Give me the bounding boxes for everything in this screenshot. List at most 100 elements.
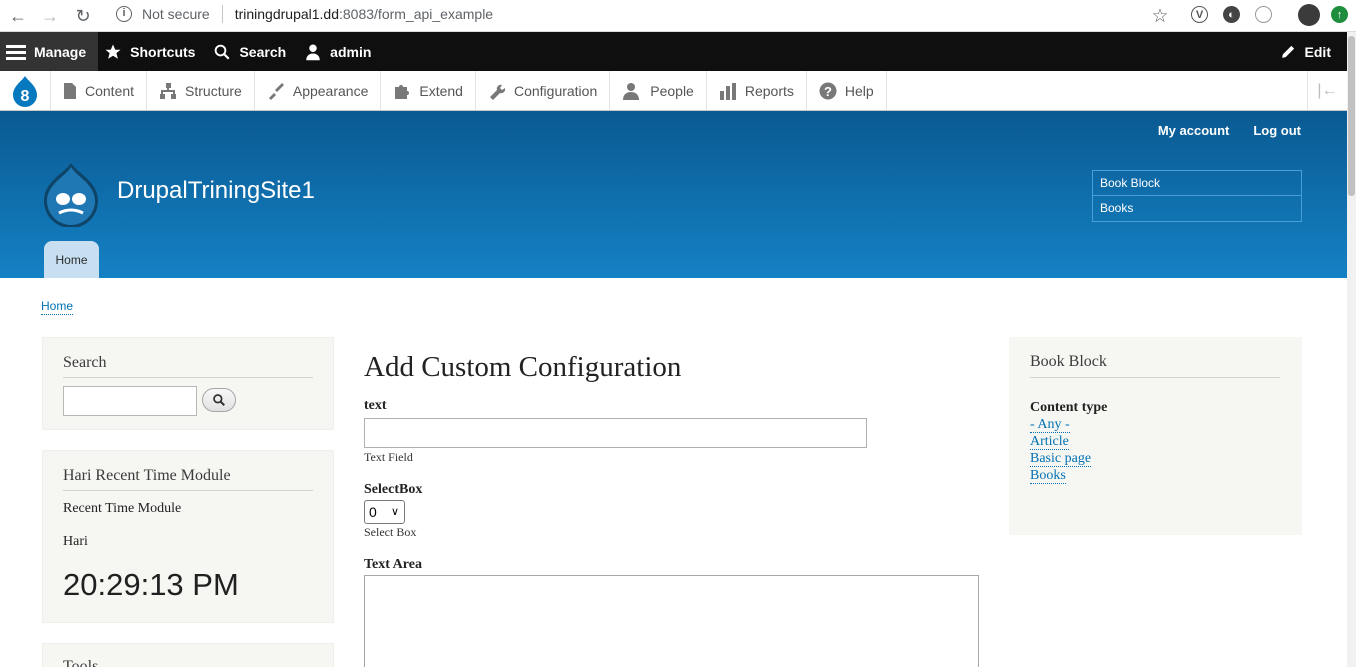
svg-text:8: 8 [21, 88, 30, 105]
select-box-description: Select Box [364, 525, 417, 539]
book-block: Book Block Content type - Any - Article … [1009, 337, 1302, 535]
content-type-link-article[interactable]: Article [1030, 434, 1069, 450]
magnifier-icon [213, 394, 225, 406]
toolbar-manage-label: Manage [34, 43, 87, 60]
time-block-subtitle: Recent Time Module [63, 501, 182, 516]
address-bar[interactable]: i Not secure triningdrupal1.dd:8083/form… [106, 0, 1186, 27]
pencil-icon [1281, 45, 1294, 58]
book-menu: Book Block Books [1092, 170, 1302, 222]
select-box-label: SelectBox [364, 482, 423, 497]
search-button[interactable] [202, 388, 236, 412]
star-icon [105, 44, 121, 59]
select-box-value: 0 [369, 504, 377, 520]
my-account-link[interactable]: My account [1158, 123, 1230, 138]
bar-chart-icon [719, 82, 736, 100]
collapse-tray-icon[interactable]: |← [1307, 71, 1347, 110]
tray-item-configuration[interactable]: Configuration [474, 71, 609, 110]
text-field-description: Text Field [364, 450, 413, 464]
admin-tray: 8 Content Structure Appearance Extend Co… [0, 71, 1347, 111]
text-field-label: text [364, 398, 387, 413]
site-name[interactable]: DrupalTriningSite1 [117, 177, 315, 205]
toolbar-user[interactable]: admin [298, 32, 383, 71]
scrollbar-thumb[interactable] [1348, 36, 1355, 196]
extension-v-icon[interactable]: V [1191, 6, 1208, 23]
back-arrow-icon[interactable]: ← [6, 4, 30, 28]
tray-item-help[interactable]: ? Help [805, 71, 886, 110]
select-box[interactable]: 0 ∨ [364, 500, 405, 524]
toolbar-search-label: Search [239, 43, 287, 60]
text-area-input[interactable] [364, 575, 979, 667]
secondary-menu: My account Log out [1134, 123, 1301, 138]
forward-arrow-icon[interactable]: → [38, 4, 62, 28]
toolbar-manage[interactable]: Manage [0, 32, 99, 71]
extension-dark-icon[interactable]: ◐ [1223, 6, 1240, 23]
toolbar-edit-label: Edit [1304, 43, 1331, 60]
content-type-link-basic-page[interactable]: Basic page [1030, 451, 1092, 467]
tray-item-label: Configuration [513, 82, 598, 99]
user-icon [306, 44, 320, 60]
toolbar-search[interactable]: Search [207, 32, 298, 71]
time-block-name: Hari [63, 534, 88, 549]
extension-circle-icon[interactable] [1255, 6, 1272, 23]
content-type-link-books[interactable]: Books [1030, 468, 1066, 484]
book-block-title: Book Block [1030, 353, 1280, 378]
tray-item-label: Reports [744, 82, 794, 99]
tray-item-content[interactable]: Content [50, 71, 146, 110]
tray-item-structure[interactable]: Structure [146, 71, 254, 110]
search-icon [215, 44, 231, 60]
file-icon [64, 82, 76, 99]
book-menu-item[interactable]: Books [1093, 196, 1301, 221]
chevron-down-icon: ∨ [390, 506, 399, 518]
tray-item-label: Extend [419, 82, 463, 99]
tools-block-title: Tools [63, 658, 99, 667]
site-logo[interactable] [41, 161, 101, 232]
time-block-title: Hari Recent Time Module [63, 467, 313, 491]
reload-icon[interactable]: ↻ [71, 4, 95, 28]
update-arrow-icon[interactable]: ↑ [1331, 6, 1348, 23]
toolbar-shortcuts[interactable]: Shortcuts [98, 32, 207, 71]
content-type-label: Content type [1030, 400, 1108, 415]
toolbar-edit[interactable]: Edit [1280, 32, 1331, 71]
tray-item-label: Structure [185, 82, 242, 99]
address-separator [221, 4, 223, 23]
drupal-drop-logo-icon [44, 163, 98, 228]
drupal-home-link[interactable]: 8 [0, 71, 50, 110]
page-scrollbar[interactable] [1347, 32, 1356, 667]
tray-item-label: Help [844, 82, 874, 99]
time-value: 20:29:13 PM [63, 567, 239, 602]
toolbar-shortcuts-label: Shortcuts [130, 43, 196, 60]
book-menu-item[interactable]: Book Block [1093, 171, 1301, 196]
bookmark-star-icon[interactable]: ☆ [1148, 4, 1172, 28]
tray-item-label: Appearance [292, 82, 369, 99]
search-input[interactable] [63, 386, 197, 416]
tray-item-label: People [650, 82, 694, 99]
tray-item-appearance[interactable]: Appearance [253, 71, 381, 110]
url-host: triningdrupal1.dd [234, 5, 339, 22]
puzzle-icon [395, 84, 410, 99]
search-block: Search [42, 337, 334, 430]
info-icon[interactable]: i [116, 5, 132, 22]
text-field-input[interactable] [364, 418, 867, 448]
tools-block: Tools [42, 643, 334, 667]
security-label: Not secure [142, 5, 210, 22]
tray-item-people[interactable]: People [609, 71, 706, 110]
admin-toolbar: Manage Shortcuts Search admin Edit [0, 32, 1347, 71]
structure-icon [160, 82, 177, 99]
site-header: My account Log out DrupalTriningSite1 Bo… [0, 111, 1347, 278]
log-out-link[interactable]: Log out [1253, 123, 1301, 138]
wrench-icon [489, 84, 506, 100]
tray-item-extend[interactable]: Extend [380, 71, 475, 110]
tray-item-label: Content [85, 82, 135, 99]
tray-item-reports[interactable]: Reports [705, 71, 806, 110]
help-icon: ? [819, 82, 837, 99]
profile-avatar[interactable] [1298, 4, 1320, 26]
drupal-logo-icon: 8 [13, 75, 37, 107]
page-title: Add Custom Configuration [364, 351, 682, 383]
breadcrumb[interactable]: Home [41, 299, 74, 315]
text-area-label: Text Area [364, 557, 422, 572]
tab-home[interactable]: Home [44, 241, 99, 278]
content-type-link-any[interactable]: - Any - [1030, 417, 1070, 433]
browser-chrome: ← → ↻ i Not secure triningdrupal1.dd:808… [0, 0, 1356, 32]
tray-divider [885, 71, 887, 110]
paintbrush-icon [268, 82, 284, 100]
